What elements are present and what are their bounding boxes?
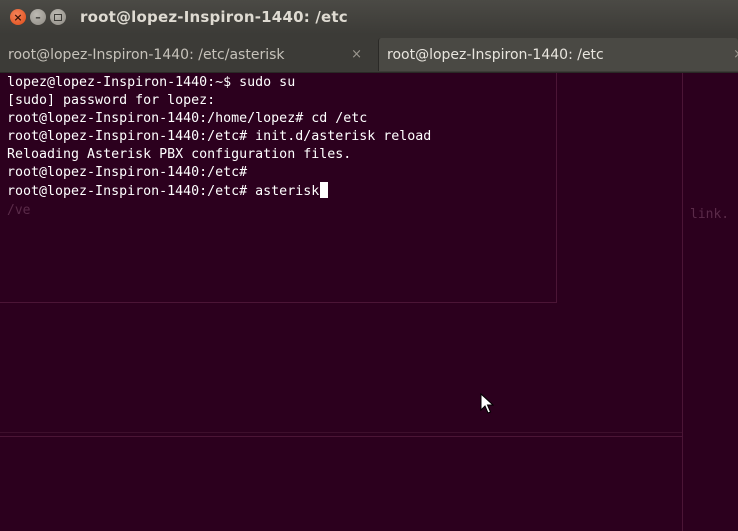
window-title: root@lopez-Inspiron-1440: /etc xyxy=(80,8,348,26)
title-bar: × – root@lopez-Inspiron-1440: /etc xyxy=(0,0,738,34)
text-cursor xyxy=(320,182,329,198)
terminal-line: lopez@lopez-Inspiron-1440:~$ sudo su xyxy=(7,75,296,90)
minimize-window-button[interactable]: – xyxy=(30,9,46,25)
background-text-fragment: link. xyxy=(690,207,730,222)
terminal-line: Reloading Asterisk PBX configuration fil… xyxy=(7,147,352,162)
background-text-fragment: /ve xyxy=(7,203,31,218)
background-window-edge xyxy=(0,436,682,437)
background-window-edge xyxy=(556,73,557,303)
tab-close-icon[interactable]: × xyxy=(351,47,362,62)
maximize-icon xyxy=(54,13,62,21)
background-window-edge xyxy=(0,302,557,303)
maximize-window-button[interactable] xyxy=(50,9,66,25)
tab-bar: root@lopez-Inspiron-1440: /etc/asterisk … xyxy=(0,34,738,73)
close-icon: × xyxy=(13,10,23,24)
tab-close-icon[interactable]: × xyxy=(733,47,738,62)
mouse-pointer-icon xyxy=(480,393,494,414)
tab-label: root@lopez-Inspiron-1440: /etc/asterisk xyxy=(8,46,285,63)
terminal-area[interactable]: /ve link. lopez@lopez-Inspiron-1440:~$ s… xyxy=(0,73,738,531)
background-window-edge xyxy=(0,432,682,433)
terminal-line-text: root@lopez-Inspiron-1440:/etc# asterisk xyxy=(7,184,320,199)
tab-etc-asterisk[interactable]: root@lopez-Inspiron-1440: /etc/asterisk … xyxy=(0,38,378,71)
terminal-line: root@lopez-Inspiron-1440:/etc# init.d/as… xyxy=(7,129,432,144)
minimize-icon: – xyxy=(35,10,41,24)
terminal-line: [sudo] password for lopez: xyxy=(7,93,216,108)
terminal-output: lopez@lopez-Inspiron-1440:~$ sudo su [su… xyxy=(7,74,431,200)
tab-etc[interactable]: root@lopez-Inspiron-1440: /etc × xyxy=(378,38,738,71)
terminal-line: root@lopez-Inspiron-1440:/etc# xyxy=(7,165,248,180)
background-window-edge xyxy=(682,73,683,531)
close-window-button[interactable]: × xyxy=(10,9,26,25)
terminal-prompt-line[interactable]: root@lopez-Inspiron-1440:/etc# asterisk xyxy=(7,182,431,200)
terminal-line: root@lopez-Inspiron-1440:/home/lopez# cd… xyxy=(7,111,368,126)
tab-label: root@lopez-Inspiron-1440: /etc xyxy=(387,46,604,63)
